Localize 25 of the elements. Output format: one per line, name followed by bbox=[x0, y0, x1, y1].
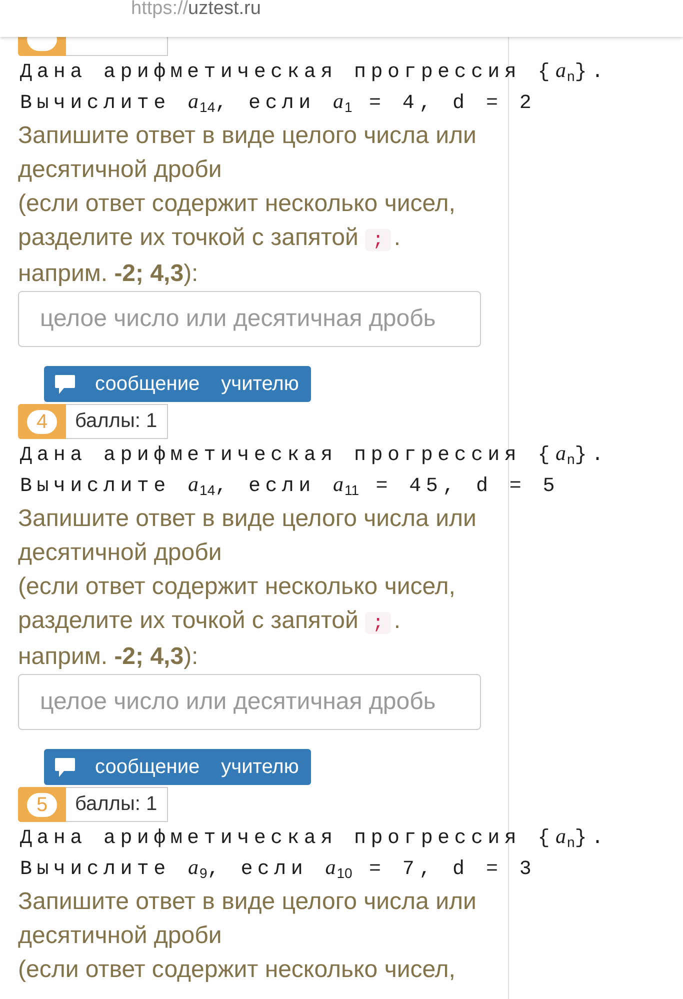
instruction-text: Запишите ответ в виде целого числа или десятичной дроби bbox=[18, 121, 478, 185]
speech-bubble-icon bbox=[55, 758, 75, 776]
answer-field[interactable]: целое число или десятичная дробь bbox=[18, 291, 481, 347]
task-text: Вычислите a$_{9}$, если a$_{10}$ = 7, d = 3 bbox=[20, 854, 538, 883]
note-text: (если ответ содержит несколько чисел, разделите их точкой с запятой ; . bbox=[18, 572, 456, 636]
message-teacher-button[interactable]: сообщение учителю bbox=[44, 366, 311, 402]
question-number: 4 bbox=[27, 410, 57, 434]
task-text: Дана арифметическая прогрессия {a$_{n}$}. bbox=[20, 440, 608, 469]
task-text: Вычислите a$_{14}$, если a$_{11}$ = 45, d = 5 bbox=[20, 471, 561, 500]
example-text: наприм. -2; 4,3): bbox=[18, 642, 200, 672]
task-text: Вычислите a$_{14}$, если a$_{1}$ = 4, d = 2 bbox=[20, 88, 538, 117]
speech-bubble-icon bbox=[55, 374, 75, 394]
task-text: Дана арифметическая прогрессия {a$_{n}$}. bbox=[20, 57, 608, 86]
answer-field[interactable]: целое число или десятичная дробь bbox=[18, 674, 481, 730]
instruction-text: Запишите ответ в виде целого числа или десятичной дроби bbox=[18, 504, 478, 568]
note-text: (если ответ содержит несколько чисел, bbox=[18, 955, 456, 985]
example-text: наприм. -2; 4,3): bbox=[18, 259, 200, 289]
points-label: баллы: 1 bbox=[66, 404, 168, 439]
points-label: баллы: 1 bbox=[66, 787, 168, 822]
message-teacher-button[interactable]: сообщение учителю bbox=[44, 749, 311, 785]
note-text: (если ответ содержит несколько чисел, разделите их точкой с запятой ; . bbox=[18, 189, 456, 253]
instruction-text: Запишите ответ в виде целого числа или десятичной дроби bbox=[18, 887, 478, 951]
question-number: 5 bbox=[27, 792, 57, 816]
task-text: Дана арифметическая прогрессия {a$_{n}$}. bbox=[20, 823, 608, 852]
url-text: https://uztest.ru bbox=[131, 0, 261, 18]
